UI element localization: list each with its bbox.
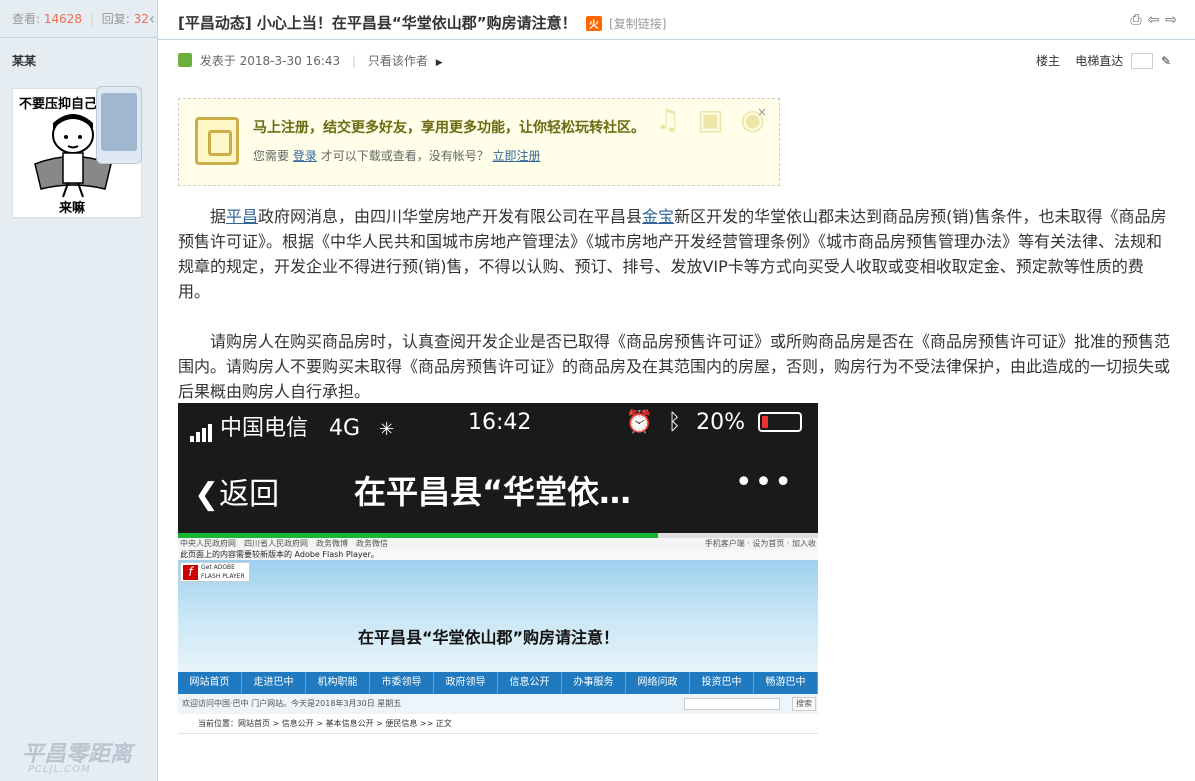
hot-badge: 火 — [585, 16, 602, 31]
floor-tools: 楼主 电梯直达 ✎ — [1036, 52, 1171, 69]
back-label: 返回 — [219, 477, 280, 512]
jump-label: 电梯直达 — [1075, 54, 1124, 68]
gov-nav-item: 机构职能 — [306, 672, 370, 694]
jump-floor-input[interactable] — [1131, 53, 1154, 69]
chevron-left-icon: ❮ — [194, 477, 220, 512]
signal-icon — [190, 417, 214, 442]
collapse-arrow-icon[interactable]: ‹ — [149, 0, 155, 38]
flash-message: 此页面上的内容需要较新版本的 Adobe Flash Player。 — [178, 550, 818, 560]
post-content: 据平昌政府网消息，由四川华堂房地产开发有限公司在平昌县金宝新区开发的华堂依山郡未… — [178, 204, 1172, 404]
gov-nav-item: 投资巴中 — [690, 672, 754, 694]
title-tools: ⎙⇦⇨ — [1130, 12, 1183, 28]
post-meta: 发表于 2018-3-30 16:43 | 只看该作者 ▶ — [178, 52, 443, 69]
battery-percent: 20% — [696, 410, 745, 435]
avatar-caption-bottom: 来嘛 — [59, 201, 86, 216]
meta-separator: | — [351, 54, 357, 68]
gov-nav-item: 网站首页 — [178, 672, 242, 694]
register-sub-mid: 才可以下载或查看，没有帐号？ — [320, 149, 489, 163]
only-author-link[interactable]: 只看该作者 — [368, 54, 428, 68]
gov-top-left: 中央人民政府网 四川省人民政府网 政务微博 政务微信 — [180, 539, 388, 548]
thread-stats: 查看: 14628 | 回复: 32 ‹ — [0, 0, 157, 38]
replies-count: 32 — [133, 12, 149, 26]
gov-nav-item: 畅游巴中 — [754, 672, 818, 694]
copy-link-button[interactable]: [复制链接] — [609, 17, 666, 31]
gov-top-right: 手机客户端 · 设为首页 · 加入收 — [704, 539, 816, 548]
forum-thread-page: 查看: 14628 | 回复: 32 ‹ 某某 不要压抑自己 来嘛 平昌零距离 … — [0, 0, 1195, 781]
flash-player-badge: Get ADOBE FLASH PLAYER — [180, 562, 250, 582]
gov-breadcrumb: 当前位置：网站首页 > 信息公开 > 基本信息公开 > 便民信息 >> 正文 — [178, 714, 818, 734]
author-name[interactable]: 某某 — [12, 52, 36, 69]
battery-icon — [758, 412, 802, 432]
author-sidebar: 查看: 14628 | 回复: 32 ‹ 某某 不要压抑自己 来嘛 平昌零距离 … — [0, 0, 158, 781]
register-subtext: 您需要 登录 才可以下载或查看，没有帐号？ 立即注册 — [253, 147, 541, 164]
keyword-link-pingchang[interactable]: 平昌 — [226, 207, 258, 226]
gov-nav-item: 网络问政 — [626, 672, 690, 694]
thread-title: [平昌动态] 小心上当！在平昌县“华堂依山郡”购房请注意！ 火 [复制链接] — [178, 12, 667, 33]
paragraph-text: 据 — [210, 207, 227, 226]
views-label: 查看: — [12, 12, 41, 26]
status-left: 中国电信 4G ✳ — [190, 410, 394, 442]
register-sub-prefix: 您需要 — [253, 149, 290, 163]
phone-screen — [101, 93, 137, 151]
print-icon[interactable]: ⎙ — [1130, 12, 1147, 28]
post-image[interactable]: 中国电信 4G ✳ 16:42 ⏰ ᛒ 20% ❮返回 在平昌县“华堂依… ••… — [178, 403, 818, 781]
thread-title-bar: [平昌动态] 小心上当！在平昌县“华堂依山郡”购房请注意！ 火 [复制链接] ⎙… — [158, 0, 1195, 40]
network-type: 4G — [329, 416, 361, 441]
media-decoration-icon: ♫ ▣ ◉ — [655, 103, 769, 136]
post-date: 发表于 2018-3-30 16:43 — [199, 54, 341, 68]
site-watermark-sub: PCLJL.COM — [28, 764, 91, 775]
status-right: ⏰ ᛒ 20% — [625, 410, 802, 435]
phone-status-bar: 中国电信 4G ✳ 16:42 ⏰ ᛒ 20% — [178, 403, 818, 443]
gov-nav-item: 办事服务 — [562, 672, 626, 694]
keyword-link-jinbao[interactable]: 金宝 — [642, 207, 674, 226]
post-area: [平昌动态] 小心上当！在平昌县“华堂依山郡”购房请注意！ 火 [复制链接] ⎙… — [158, 0, 1195, 781]
post-paragraph: 据平昌政府网消息，由四川华堂房地产开发有限公司在平昌县金宝新区开发的华堂依山郡未… — [178, 204, 1172, 304]
phone-page-title: 在平昌县“华堂依… — [354, 473, 632, 511]
jump-go-icon[interactable]: ✎ — [1161, 54, 1171, 68]
gov-welcome-text: 欢迎访问中国·巴中 门户网站。今天是2018年3月30日 星期五 — [182, 699, 402, 708]
replies-label: 回复: — [101, 12, 130, 26]
prev-thread-icon[interactable]: ⇦ — [1148, 12, 1166, 28]
carrier-name: 中国电信 — [220, 416, 309, 441]
caret-right-icon: ▶ — [435, 58, 443, 68]
gov-nav-item: 信息公开 — [498, 672, 562, 694]
loading-icon: ✳ — [379, 419, 395, 440]
close-icon[interactable]: × — [757, 105, 767, 119]
floor-label: 楼主 — [1035, 54, 1060, 68]
views-count: 14628 — [43, 12, 83, 26]
gov-nav-item: 市委领导 — [370, 672, 434, 694]
login-link[interactable]: 登录 — [293, 149, 317, 163]
paragraph-text: 政府网消息，由四川华堂房地产开发有限公司在平昌县 — [258, 207, 643, 226]
gov-search-button: 搜索 — [792, 697, 816, 711]
gov-top-links: 中央人民政府网 四川省人民政府网 政务微博 政务微信 手机客户端 · 设为首页 … — [178, 538, 818, 550]
online-user-icon — [178, 53, 192, 67]
gov-article-title: 在平昌县“华堂依山郡”购房请注意！ — [358, 628, 620, 647]
back-button: ❮返回 — [194, 469, 279, 513]
alarm-icon: ⏰ — [625, 410, 653, 435]
register-link[interactable]: 立即注册 — [493, 149, 541, 163]
gov-nav-item: 政府领导 — [434, 672, 498, 694]
gov-search-input — [684, 698, 780, 710]
bluetooth-icon: ᛒ — [667, 410, 682, 435]
gov-webpage: 中央人民政府网 四川省人民政府网 政务微博 政务微信 手机客户端 · 设为首页 … — [178, 538, 818, 781]
phone-nav-bar: ❮返回 在平昌县“华堂依… ••• — [178, 443, 818, 533]
more-icon: ••• — [734, 465, 794, 500]
thread-title-text[interactable]: [平昌动态] 小心上当！在平昌县“华堂依山郡”购房请注意！ — [178, 14, 577, 32]
register-headline: 马上注册，结交更多好友，享用更多功能，让你轻松玩转社区。 — [253, 120, 645, 136]
lock-document-icon — [195, 117, 239, 165]
mobile-phone-icon[interactable] — [96, 86, 142, 164]
status-time: 16:42 — [468, 410, 532, 435]
gov-welcome-bar: 欢迎访问中国·巴中 门户网站。今天是2018年3月30日 星期五 搜索 — [178, 694, 818, 714]
next-thread-icon[interactable]: ⇨ — [1165, 12, 1183, 28]
gov-nav-menu: 网站首页 走进巴中 机构职能 市委领导 政府领导 信息公开 办事服务 网络问政 投资巴中 畅游巴中 — [178, 672, 818, 694]
post-paragraph: 请购房人在购买商品房时，认真查阅开发企业是否已取得《商品房预售许可证》或所购商品… — [178, 332, 1171, 401]
stats-separator: | — [89, 12, 94, 26]
register-prompt: 马上注册，结交更多好友，享用更多功能，让你轻松玩转社区。 您需要 登录 才可以下… — [178, 98, 780, 186]
sky-banner: Get ADOBE FLASH PLAYER — [178, 560, 818, 672]
gov-nav-item: 走进巴中 — [242, 672, 306, 694]
